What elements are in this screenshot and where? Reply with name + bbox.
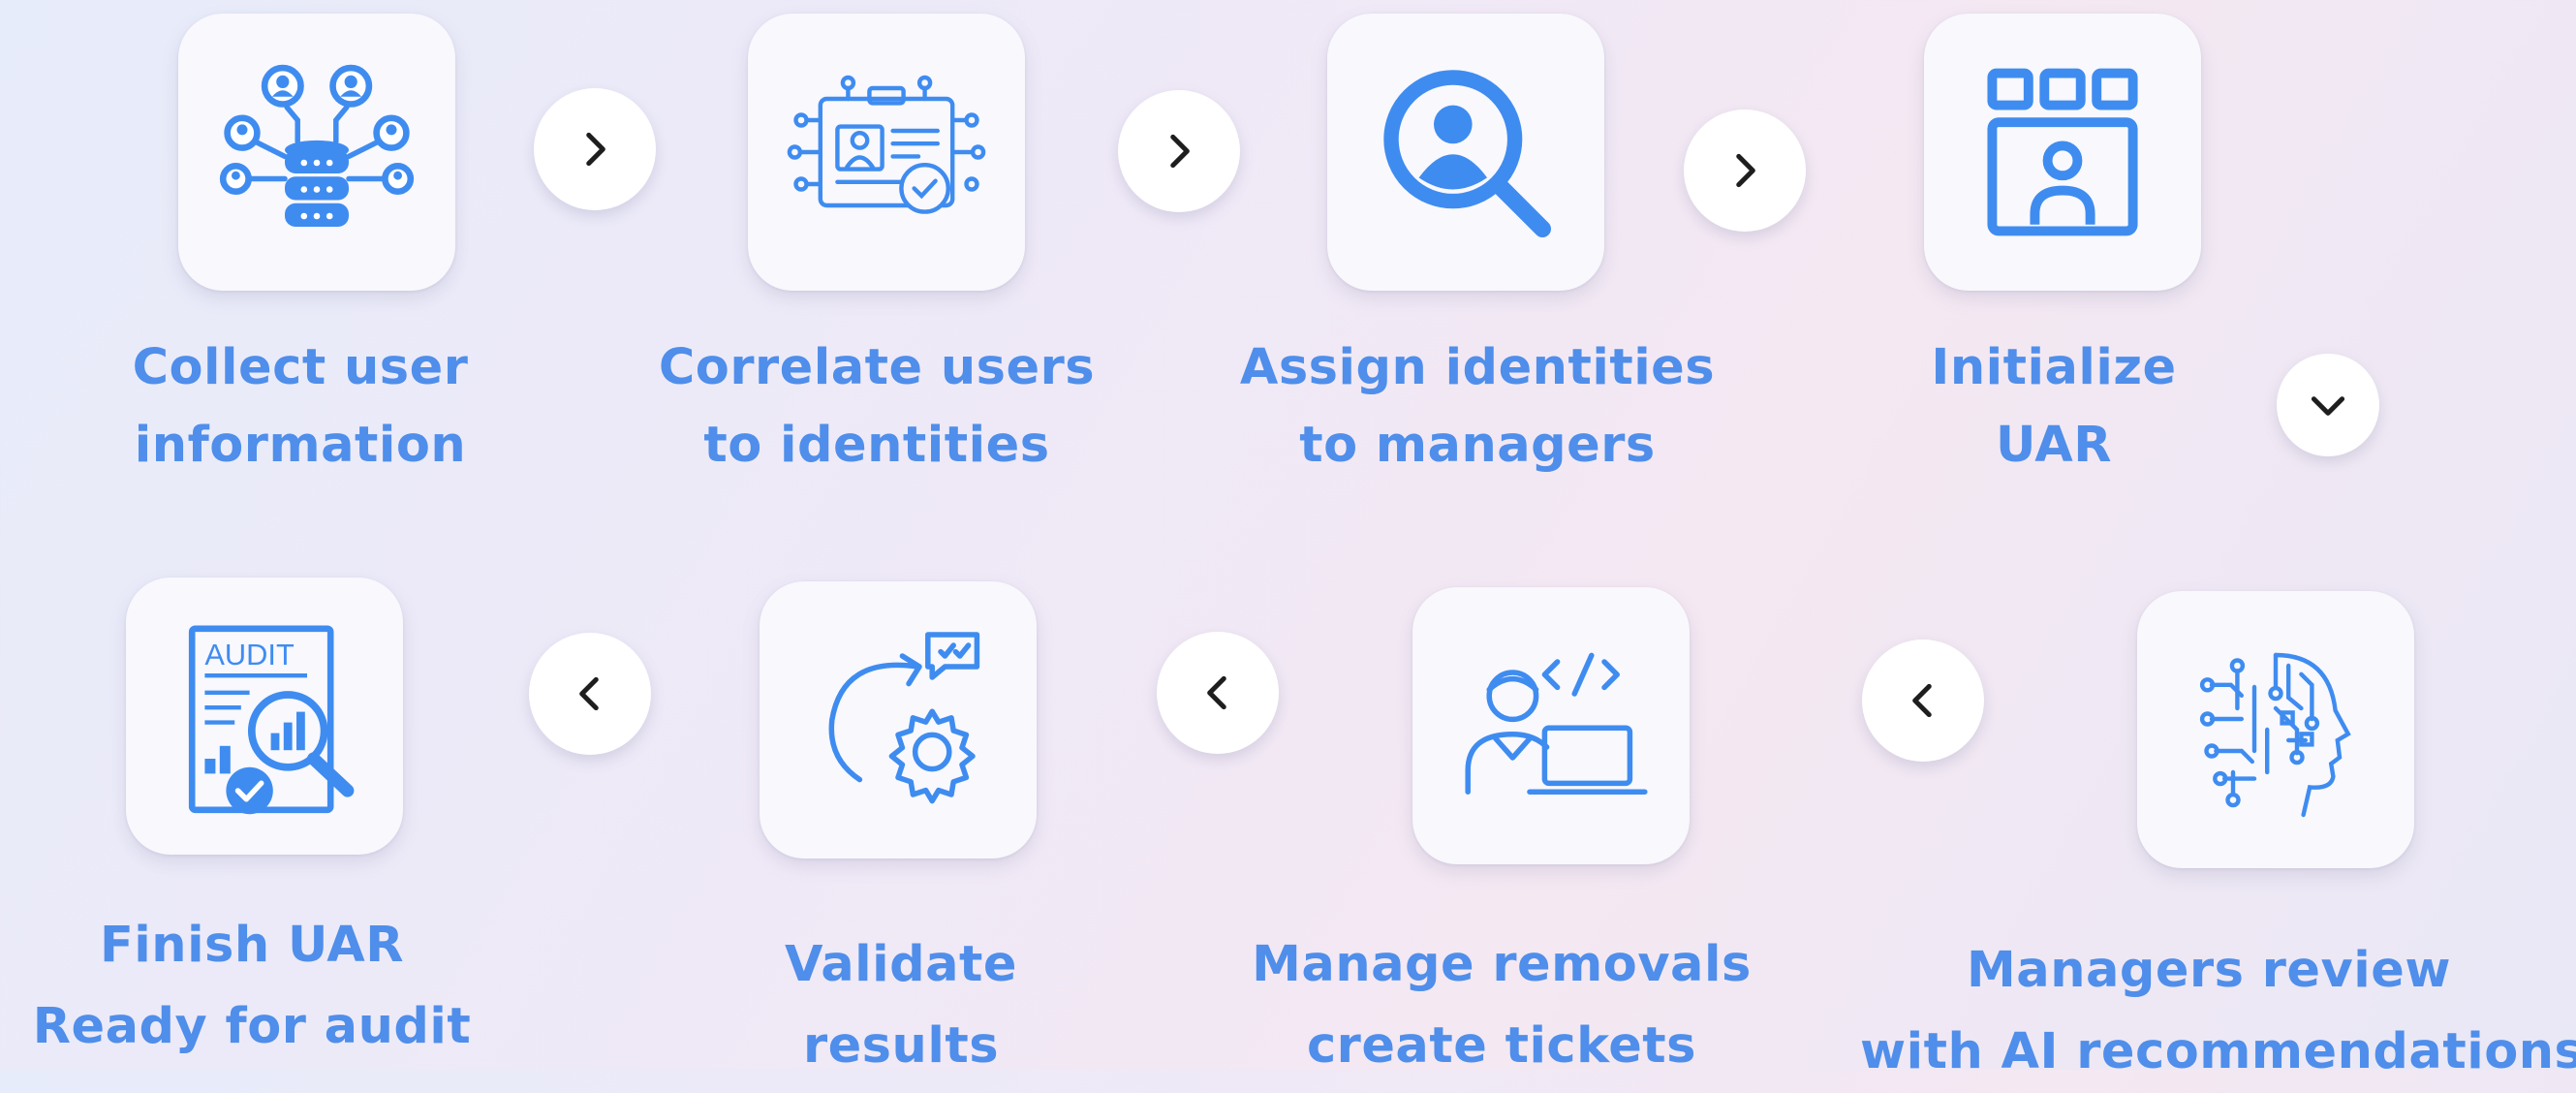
chevron-right-icon xyxy=(586,132,605,167)
next-arrow-button-3[interactable] xyxy=(1684,109,1806,232)
step-2-line1: Correlate users xyxy=(658,339,1096,396)
step-6-line1: Manage removals xyxy=(1252,936,1752,993)
dashboard-user-icon xyxy=(1987,68,2138,236)
step-4-line2: UAR xyxy=(1995,417,2113,474)
step-2-label: Correlate users to identities xyxy=(644,329,1109,484)
chevron-right-icon xyxy=(1736,153,1755,188)
user-search-icon xyxy=(1383,70,1551,238)
step-6-line2: create tickets xyxy=(1306,1017,1697,1075)
step-5-line1: Managers review xyxy=(1967,942,2451,999)
step-3-card xyxy=(1327,14,1604,291)
step-2-card xyxy=(748,14,1025,291)
prev-arrow-button-3[interactable] xyxy=(529,633,651,755)
chevron-left-icon xyxy=(1207,675,1226,710)
step-4-card xyxy=(1924,14,2201,291)
svg-text:AUDIT: AUDIT xyxy=(204,638,295,671)
next-arrow-button-2[interactable] xyxy=(1118,90,1240,212)
step-5-line2: with AI recommendations xyxy=(1860,1023,2576,1080)
step-3-line2: to managers xyxy=(1299,417,1656,474)
step-8-line1: Finish UAR xyxy=(99,917,405,974)
id-card-check-icon xyxy=(787,75,986,214)
step-4-line1: Initialize xyxy=(1931,339,2177,396)
step-7-line1: Validate xyxy=(785,936,1017,993)
step-1-label: Collect user information xyxy=(107,329,494,484)
step-4-label: Initialize UAR xyxy=(1899,329,2209,484)
database-users-icon xyxy=(219,64,415,227)
step-8-line2: Ready for audit xyxy=(32,998,472,1055)
step-1-line1: Collect user xyxy=(132,339,469,396)
next-arrow-button-1[interactable] xyxy=(534,88,656,210)
down-arrow-button[interactable] xyxy=(2277,354,2379,456)
gear-cycle-check-icon xyxy=(828,632,980,804)
step-6-label: Manage removals create tickets xyxy=(1230,924,1773,1087)
ai-brain-icon xyxy=(2199,652,2351,818)
step-7-line2: results xyxy=(802,1017,1000,1075)
chevron-left-icon xyxy=(1912,683,1932,718)
step-3-line1: Assign identities xyxy=(1239,339,1716,396)
step-7-card xyxy=(760,581,1037,859)
step-7-label: Validate results xyxy=(736,924,1066,1087)
prev-arrow-button-2[interactable] xyxy=(1157,632,1279,754)
step-8-card: AUDIT xyxy=(126,578,403,855)
chevron-right-icon xyxy=(1170,134,1190,169)
audit-report-icon: AUDIT xyxy=(188,625,355,815)
step-5-label: Managers review with AI recommendations xyxy=(1860,930,2576,1093)
chevron-down-icon xyxy=(2311,396,2345,416)
step-6-card xyxy=(1412,587,1690,864)
step-8-label: Finish UAR Ready for audit xyxy=(10,905,494,1068)
step-1-line2: information xyxy=(134,417,467,474)
chevron-left-icon xyxy=(579,676,599,711)
step-1-card xyxy=(178,14,455,291)
step-3-label: Assign identities to managers xyxy=(1230,329,1724,484)
step-5-card xyxy=(2137,591,2414,868)
step-2-line2: to identities xyxy=(703,417,1050,474)
developer-laptop-icon xyxy=(1465,652,1648,795)
prev-arrow-button-1[interactable] xyxy=(1862,640,1984,762)
